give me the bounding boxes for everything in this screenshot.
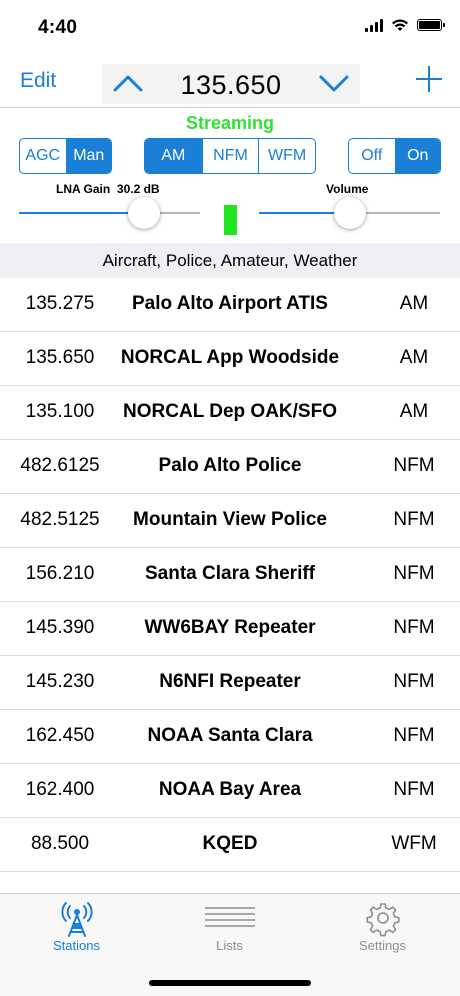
station-frequency: 135.650 [25, 347, 95, 368]
station-frequency: 135.100 [25, 401, 95, 422]
station-name: Santa Clara Sheriff [145, 563, 315, 584]
station-row[interactable]: 482.6125 Palo Alto Police NFM [0, 440, 460, 494]
segment-agc[interactable]: AGC [20, 139, 66, 173]
list-icon [204, 907, 255, 927]
lna-gain-value: 30.2 dB [116, 182, 160, 196]
station-frequency: 156.210 [25, 563, 95, 584]
station-mode: AM [399, 401, 429, 422]
status-bar: 4:40 [0, 0, 460, 56]
station-name: WW6BAY Repeater [144, 617, 316, 638]
gain-mode-control: AGC Man [19, 138, 112, 174]
station-frequency: 482.6125 [20, 455, 100, 476]
station-row[interactable]: 135.100 NORCAL Dep OAK/SFO AM [0, 386, 460, 440]
gear-icon [365, 903, 400, 937]
station-row[interactable]: 162.400 NOAA Bay Area NFM [0, 764, 460, 818]
signal-level-meter [224, 205, 237, 235]
segment-nfm[interactable]: NFM [201, 139, 259, 173]
station-frequency: 162.450 [25, 725, 95, 746]
station-row[interactable]: 145.390 WW6BAY Repeater NFM [0, 602, 460, 656]
wifi-icon [392, 19, 408, 31]
tab-lists-label: Lists [216, 938, 243, 953]
add-station-button[interactable] [416, 66, 442, 92]
cellular-signal-icon [365, 18, 383, 32]
nav-bar: Edit 135.650 [0, 56, 460, 108]
segment-wfm[interactable]: WFM [258, 139, 315, 173]
station-frequency: 145.390 [25, 617, 95, 638]
tab-lists[interactable]: Lists [153, 894, 306, 964]
home-indicator[interactable] [149, 980, 311, 986]
status-icons [365, 18, 445, 32]
streaming-status: Streaming [185, 113, 275, 133]
station-name: Palo Alto Police [158, 455, 302, 476]
segment-am[interactable]: AM [145, 139, 202, 173]
segment-on[interactable]: On [394, 139, 440, 173]
station-name: Mountain View Police [133, 509, 327, 530]
station-frequency: 135.275 [25, 293, 95, 314]
station-name: Palo Alto Airport ATIS [132, 293, 328, 314]
station-mode: NFM [393, 671, 435, 692]
station-mode: NFM [393, 563, 435, 584]
antenna-icon [60, 902, 93, 937]
station-name: NORCAL Dep OAK/SFO [123, 401, 337, 422]
volume-label: Volume [326, 182, 369, 196]
station-list: 135.275 Palo Alto Airport ATIS AM 135.650 N… [0, 278, 460, 872]
demod-mode-control: AM NFM WFM [144, 138, 316, 174]
station-name: NOAA Santa Clara [147, 725, 313, 746]
station-row[interactable]: 482.5125 Mountain View Police NFM [0, 494, 460, 548]
tab-settings[interactable]: Settings [306, 894, 459, 964]
station-row[interactable]: 135.275 Palo Alto Airport ATIS AM [0, 278, 460, 332]
station-name: NORCAL App Woodside [120, 347, 340, 368]
lna-gain-label: LNA Gain 30.2 dB [56, 182, 160, 196]
volume-slider-thumb[interactable] [334, 197, 366, 229]
edit-button[interactable]: Edit [20, 69, 56, 93]
tab-settings-label: Settings [359, 938, 406, 953]
list-section-header: Aircraft, Police, Amateur, Weather [0, 243, 460, 278]
battery-icon [417, 19, 445, 31]
power-control: Off On [348, 138, 441, 174]
lna-gain-slider-thumb[interactable] [128, 197, 160, 229]
station-mode: NFM [393, 779, 435, 800]
station-row[interactable]: 156.210 Santa Clara Sheriff NFM [0, 548, 460, 602]
station-frequency: 88.500 [30, 833, 90, 854]
status-time: 4:40 [38, 17, 78, 38]
station-row[interactable]: 88.500 KQED WFM [0, 818, 460, 872]
station-row[interactable]: 145.230 N6NFI Repeater NFM [0, 656, 460, 710]
station-mode: AM [399, 347, 429, 368]
station-name: N6NFI Repeater [159, 671, 301, 692]
lna-gain-slider[interactable] [19, 212, 200, 214]
tab-stations[interactable]: Stations [0, 894, 153, 964]
station-mode: NFM [393, 617, 435, 638]
segment-off[interactable]: Off [349, 139, 395, 173]
station-frequency: 145.230 [25, 671, 95, 692]
frequency-tuner: 135.650 [102, 64, 360, 104]
station-mode: NFM [393, 725, 435, 746]
station-name: KQED [202, 833, 258, 854]
station-mode: NFM [393, 455, 435, 476]
station-row[interactable]: 162.450 NOAA Santa Clara NFM [0, 710, 460, 764]
chevron-down-icon[interactable] [318, 69, 350, 97]
station-frequency: 482.5125 [20, 509, 100, 530]
station-frequency: 162.400 [25, 779, 95, 800]
station-mode: AM [399, 293, 429, 314]
station-row[interactable]: 135.650 NORCAL App Woodside AM [0, 332, 460, 386]
station-mode: NFM [393, 509, 435, 530]
station-mode: WFM [391, 833, 437, 854]
tab-stations-label: Stations [53, 938, 100, 953]
station-name: NOAA Bay Area [158, 779, 302, 800]
segment-man[interactable]: Man [65, 139, 111, 173]
